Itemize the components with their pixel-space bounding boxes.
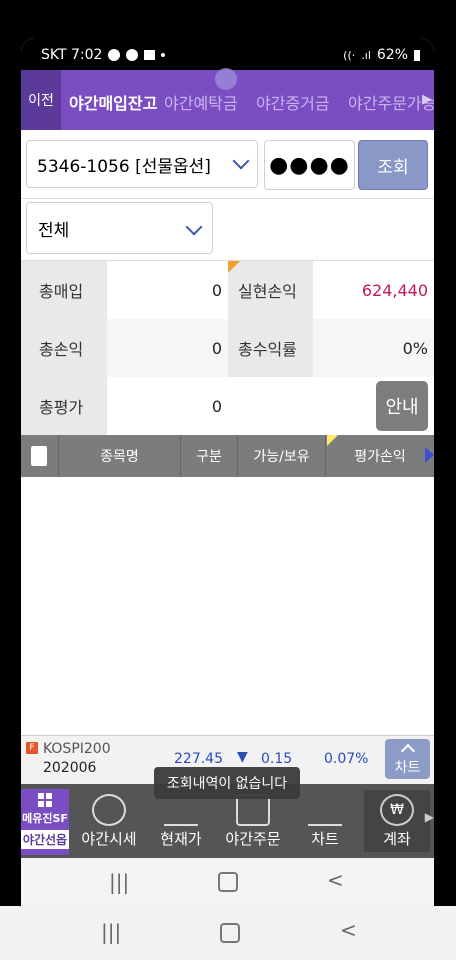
col-type[interactable]: 구분 (181, 435, 238, 477)
chevron-down-icon (232, 152, 250, 170)
tab-night-deposit[interactable]: 야간예탁금 (164, 90, 238, 114)
battery-icon (414, 49, 420, 61)
app-sub: 야간선옵 (21, 830, 69, 849)
nav-label: 계좌 (383, 830, 411, 848)
total-eval-label: 총평가 (21, 377, 107, 435)
app-name: 메유진SF (22, 812, 68, 825)
chat-icon (126, 49, 139, 61)
col-available[interactable]: 가능/보유 (238, 435, 326, 477)
status-bar: SKT 7:02 ((· .ıl 62% (21, 38, 434, 70)
chevron-down-icon (185, 218, 203, 236)
down-arrow-icon: ▼ (237, 749, 248, 765)
realized-pl-label: 실현손익 (228, 261, 313, 319)
ticker-change: 0.15 (261, 751, 293, 767)
chart-button-label: 차트 (394, 759, 421, 776)
nav-current-price[interactable]: 현재가 (148, 790, 214, 852)
col-name[interactable]: 종목명 (59, 435, 181, 477)
account-select[interactable]: 5346-1056 [선물옵션] (26, 140, 258, 188)
ticker-percent: 0.07% (324, 751, 369, 767)
total-pl-value: 0 (107, 319, 228, 377)
query-button[interactable]: 조회 (358, 140, 428, 190)
system-nav-bar: ||| < (0, 906, 456, 960)
nav-label: 현재가 (160, 830, 202, 848)
total-pl-label: 총손익 (21, 319, 107, 377)
account-value: 5346-1056 [선물옵션] (37, 156, 211, 177)
total-buy-value: 0 (107, 261, 228, 319)
table-body (21, 477, 434, 735)
tab-bar: 이전 야간매입잔고 야간예탁금 야간증거금 야간주문가능 ▶ (21, 68, 434, 130)
home-icon[interactable] (218, 872, 238, 892)
filter-row: 전체 (21, 198, 434, 261)
total-return-label: 총수익률 (228, 319, 313, 377)
account-row: 5346-1056 [선물옵션] ●●●● 조회 (21, 130, 434, 199)
app-soft-keys: ||| < (21, 858, 434, 906)
nav-night-quotes[interactable]: 야간시세 (76, 790, 142, 852)
bar-chart-icon (308, 794, 342, 826)
grid-icon (38, 793, 52, 807)
total-eval-value: 0 (107, 377, 228, 435)
select-all-cell (21, 435, 59, 477)
filter-select[interactable]: 전체 (26, 202, 213, 254)
phone-screen: SKT 7:02 ((· .ıl 62% 이전 야간매입잔고 야간예탁금 야간증… (21, 38, 434, 906)
col-eval-pl[interactable]: 평가손익 (326, 435, 434, 477)
battery-level: 62% (376, 47, 408, 63)
prev-button[interactable]: 이전 (21, 70, 61, 130)
floating-chat-bubble-icon[interactable] (215, 68, 237, 90)
tab-night-holdings[interactable]: 야간매입잔고 (69, 90, 157, 114)
gallery-icon (144, 50, 156, 60)
home-icon[interactable] (220, 923, 240, 943)
ticker-code: 202006 (43, 760, 97, 776)
nav-label: 차트 (311, 830, 339, 848)
toast-message: 조회내역이 없습니다 (154, 767, 300, 799)
nav-label: 야간시세 (81, 830, 137, 848)
chart-button[interactable]: 차트 (385, 739, 430, 779)
marker-icon (327, 435, 338, 446)
back-icon[interactable]: < (327, 868, 344, 892)
nav-label: 야간주문 (225, 830, 281, 848)
carrier-time: SKT 7:02 (41, 47, 103, 63)
recent-apps-icon[interactable]: ||| (101, 920, 121, 944)
talk-icon (108, 49, 121, 61)
recent-apps-icon[interactable]: ||| (109, 870, 129, 894)
signal-icon: .ıl (361, 48, 371, 62)
notification-dot-icon (161, 53, 166, 57)
select-all-checkbox[interactable] (31, 446, 47, 466)
guide-button[interactable]: 안내 (376, 381, 428, 431)
scroll-columns-icon[interactable] (425, 447, 434, 463)
password-field[interactable]: ●●●● (264, 140, 355, 190)
realized-pl-value: 624,440 (313, 261, 434, 319)
marker-icon (228, 261, 240, 273)
tab-scroll-right-icon[interactable]: ▶ (422, 92, 432, 107)
summary-grid: 총매입 0 실현손익 624,440 총손익 0 총수익률 0% 총평가 0 (21, 261, 434, 435)
app-menu-button[interactable]: 메유진SF 야간선옵 (21, 789, 69, 855)
nav-account[interactable]: ₩ 계좌 (364, 790, 430, 852)
wifi-icon: ((· (343, 48, 356, 62)
tab-night-margin[interactable]: 야간증거금 (256, 90, 330, 114)
table-header: 종목명 구분 가능/보유 평가손익 (21, 435, 434, 477)
back-icon[interactable]: < (340, 918, 357, 942)
ticker-name: KOSPI200 (43, 741, 111, 757)
futures-badge: F (26, 742, 38, 754)
filter-value: 전체 (38, 220, 70, 241)
globe-chart-icon (92, 794, 126, 826)
total-buy-label: 총매입 (21, 261, 107, 319)
realized-pl-text: 실현손익 (238, 282, 297, 301)
won-icon: ₩ (380, 794, 414, 826)
total-return-value: 0% (313, 319, 434, 377)
ticker-price: 227.45 (174, 751, 223, 767)
nav-night-order[interactable]: 야간주문 (220, 790, 286, 852)
chevron-up-icon (400, 743, 415, 758)
nav-more-icon[interactable]: ▶ (425, 810, 434, 824)
nav-chart[interactable]: 차트 (292, 790, 358, 852)
